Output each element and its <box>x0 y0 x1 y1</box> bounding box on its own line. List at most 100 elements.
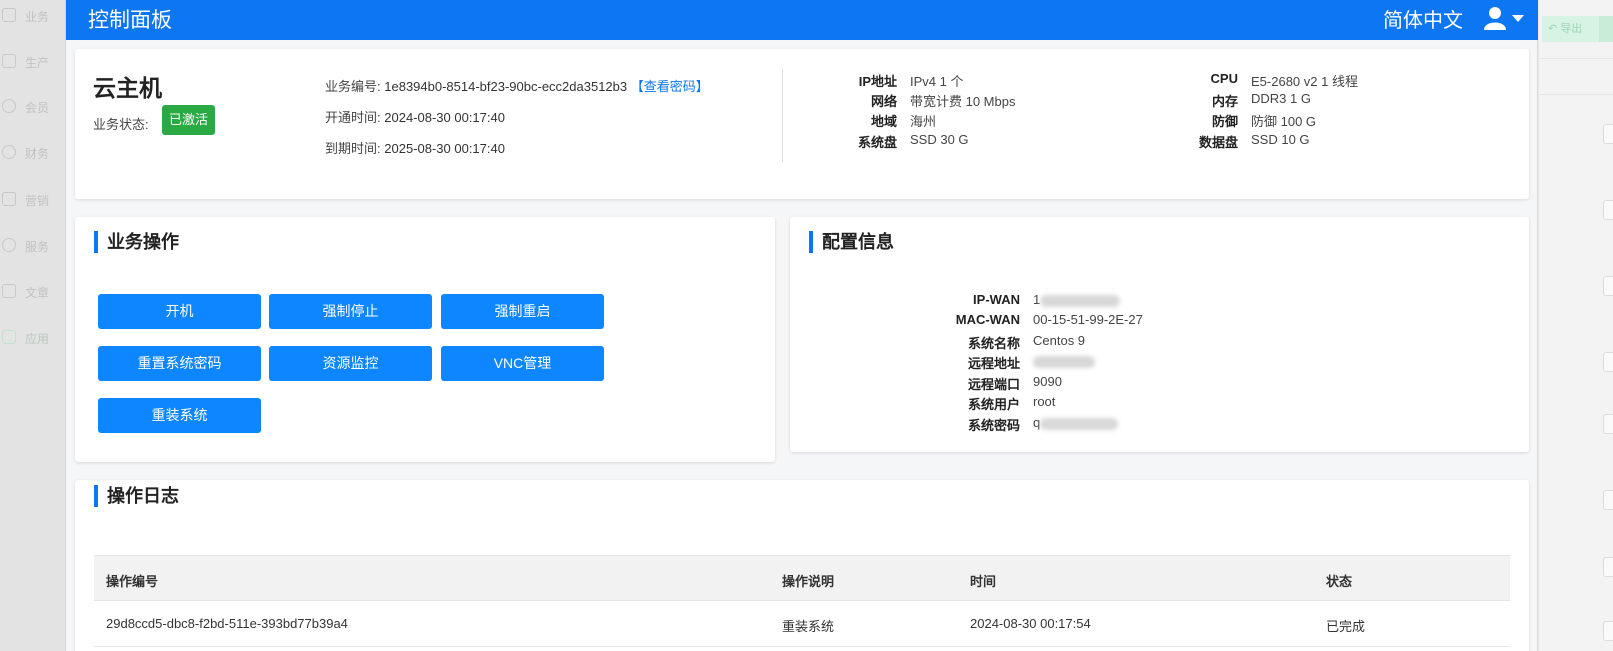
power-on-button[interactable]: 开机 <box>98 294 261 329</box>
column-header: 状态 <box>1326 574 1353 589</box>
config-key: 系统密码 <box>967 418 1020 433</box>
spec-key: 防御 <box>1211 114 1238 129</box>
sidebar-item-label: 营销 <box>25 194 50 208</box>
sidebar-item-finance[interactable]: 财务 <box>0 143 66 165</box>
section-title: 配置信息 <box>809 231 894 253</box>
sidebar-item-label: 应用 <box>25 332 50 346</box>
config-value: root <box>1033 394 1056 409</box>
config-value: 00-15-51-99-2E-27 <box>1033 312 1143 327</box>
divider <box>1539 58 1613 59</box>
spec-value: E5-2680 v2 1 线程 <box>1251 74 1358 89</box>
row-action-handle[interactable] <box>1603 352 1613 372</box>
config-key-wrap: 系统密码 <box>890 415 1020 433</box>
config-key-wrap: IP-WAN <box>890 292 1020 308</box>
row-action-handle[interactable] <box>1603 621 1613 641</box>
config-value: q <box>1033 415 1119 430</box>
sidebar-item-marketing[interactable]: 营销 <box>0 190 66 212</box>
row-action-handle[interactable] <box>1603 414 1613 434</box>
section-title: 操作日志 <box>94 485 179 507</box>
export-button[interactable]: ↶ 导出 <box>1542 16 1600 42</box>
ip-wan-value: 1 <box>1033 292 1041 307</box>
spec-key-wrap: CPU <box>1145 71 1238 87</box>
spec-key-wrap: 数据盘 <box>1145 132 1238 150</box>
vnc-manage-button[interactable]: VNC管理 <box>441 346 604 381</box>
export-dropdown[interactable] <box>1599 16 1613 42</box>
chevron-down-icon <box>1512 15 1524 22</box>
config-key: 系统名称 <box>967 336 1020 351</box>
table-cell: 重装系统 <box>782 619 835 634</box>
page-title: 控制面板 <box>88 9 172 32</box>
config-key-wrap: 系统用户 <box>890 394 1020 412</box>
row-action-handle[interactable] <box>1603 276 1613 296</box>
business-id-label: 业务编号: <box>325 79 381 94</box>
force-stop-button[interactable]: 强制停止 <box>269 294 432 329</box>
sidebar-item-label: 业务 <box>25 10 50 24</box>
resource-monitor-button[interactable]: 资源监控 <box>269 346 432 381</box>
row-action-handle[interactable] <box>1603 490 1613 510</box>
open-time-row: 开通时间: 2024-08-30 00:17:40 <box>325 107 505 126</box>
spec-key-wrap: 网络 <box>805 91 897 109</box>
spec-key-wrap: 地域 <box>805 111 897 129</box>
article-icon <box>2 284 16 298</box>
spec-key: 内存 <box>1211 94 1238 109</box>
headset-icon <box>2 238 16 252</box>
sidebar-item-production[interactable]: 生产 <box>0 52 66 74</box>
expire-time-row: 到期时间: 2025-08-30 00:17:40 <box>325 138 505 157</box>
row-action-handle[interactable] <box>1603 124 1613 144</box>
config-value: 1 <box>1033 292 1121 307</box>
right-panel: ↶ 导出 <box>1539 0 1613 651</box>
sidebar-item-article[interactable]: 文章 <box>0 282 66 304</box>
divider <box>1539 94 1613 95</box>
chart-icon <box>2 192 16 206</box>
open-time-label: 开通时间: <box>325 110 381 125</box>
status-label: 业务状态: <box>93 117 149 132</box>
sidebar-item-label: 服务 <box>25 240 50 254</box>
divider <box>782 69 783 162</box>
system-password-value: q <box>1033 415 1041 430</box>
sidebar-item-member[interactable]: 会员 <box>0 97 66 119</box>
config-value <box>1033 353 1095 368</box>
row-action-handle[interactable] <box>1603 200 1613 220</box>
redacted-mask <box>1033 355 1095 368</box>
section-title: 业务操作 <box>94 231 179 253</box>
reset-password-button[interactable]: 重置系统密码 <box>98 346 261 381</box>
view-password-link[interactable]: 【查看密码】 <box>631 79 709 94</box>
config-key: 远程地址 <box>967 356 1020 371</box>
force-restart-button[interactable]: 强制重启 <box>441 294 604 329</box>
config-key: IP-WAN <box>973 292 1020 307</box>
column-header: 时间 <box>970 574 997 589</box>
config-key-wrap: 远程端口 <box>890 374 1020 392</box>
business-id-row: 业务编号: 1e8394b0-8514-bf23-90bc-ecc2da3512… <box>325 76 709 95</box>
document-icon <box>2 8 16 22</box>
config-key-wrap: 远程地址 <box>890 353 1020 371</box>
config-card: 配置信息 IP-WAN 1 MAC-WAN 00-15-51-99-2E-27 … <box>790 217 1529 452</box>
reinstall-system-button[interactable]: 重装系统 <box>98 398 261 433</box>
config-key: 远程端口 <box>967 377 1020 392</box>
business-id-value: 1e8394b0-8514-bf23-90bc-ecc2da3512b3 <box>384 79 628 94</box>
spec-value: SSD 10 G <box>1251 132 1310 147</box>
spec-key-wrap: 系统盘 <box>805 132 897 150</box>
config-value: 9090 <box>1033 374 1062 389</box>
language-selector[interactable]: 简体中文 <box>1383 4 1463 33</box>
config-key: MAC-WAN <box>955 312 1020 327</box>
sidebar-item-apps[interactable]: 应用 <box>0 328 66 350</box>
table-cell: 29d8ccd5-dbc8-f2bd-511e-393bd77b39a4 <box>106 616 348 631</box>
sidebar-item-business[interactable]: 业务 <box>0 6 66 28</box>
config-key-wrap: MAC-WAN <box>890 312 1020 328</box>
table-cell: 2024-08-30 00:17:54 <box>970 616 1091 631</box>
store-icon <box>2 54 16 68</box>
expire-time-value: 2025-08-30 00:17:40 <box>384 141 505 156</box>
spec-key-wrap: IP地址 <box>805 71 897 89</box>
row-action-handle[interactable] <box>1603 557 1613 577</box>
spec-key: 系统盘 <box>857 135 897 150</box>
expire-time-label: 到期时间: <box>325 141 381 156</box>
column-header: 操作说明 <box>782 574 835 589</box>
summary-card: 云主机 业务状态: 已激活 业务编号: 1e8394b0-8514-bf23-9… <box>75 49 1529 199</box>
status-badge: 已激活 <box>162 105 216 135</box>
table-cell: 已完成 <box>1326 619 1366 634</box>
user-menu[interactable] <box>1484 6 1530 32</box>
spec-value: SSD 30 G <box>910 132 969 147</box>
sidebar-item-service[interactable]: 服务 <box>0 236 66 258</box>
main-panel: 控制面板 简体中文 云主机 业务状态: 已激活 业务编号: 1e8394b0-8… <box>66 0 1538 651</box>
product-name: 云主机 <box>93 75 162 101</box>
